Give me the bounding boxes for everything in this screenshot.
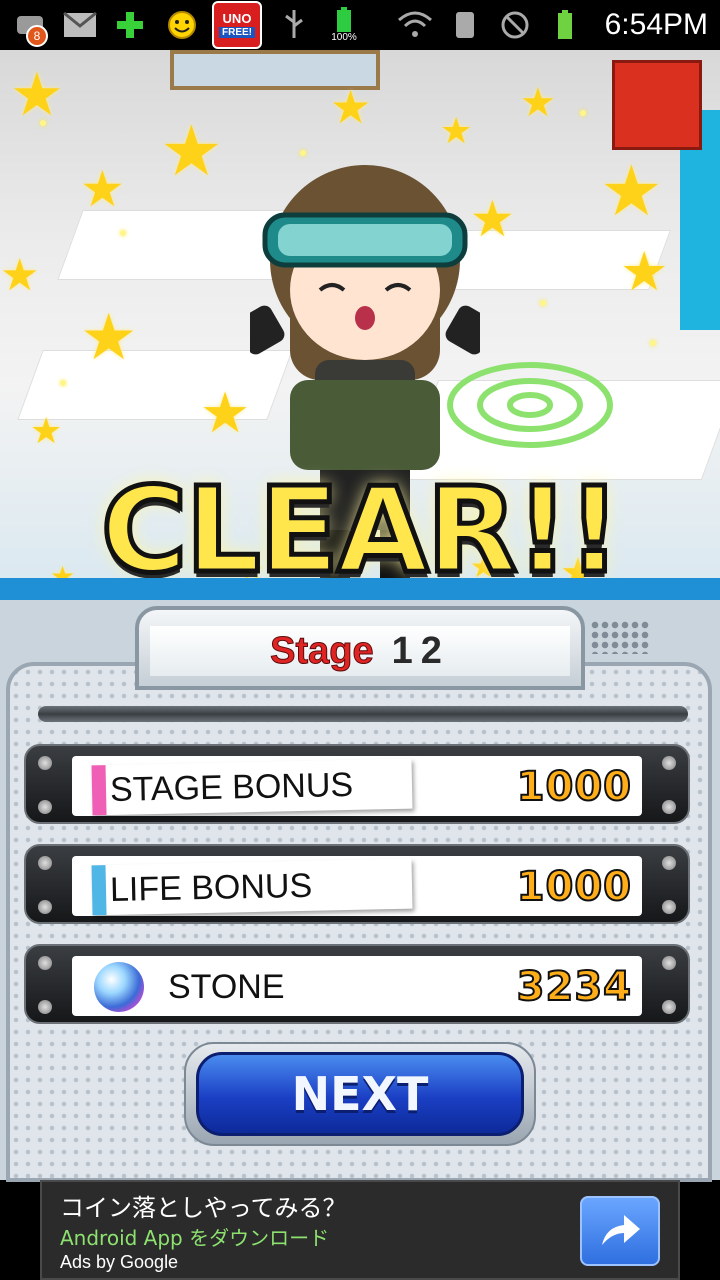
plus-icon: [112, 7, 148, 43]
app-notification-icon: 8: [12, 7, 48, 47]
stage-bonus-card: STAGE BONUS 1000: [72, 756, 642, 816]
share-arrow-icon: [602, 1215, 640, 1245]
uno-free-icon: UNO FREE!: [212, 1, 262, 49]
battery-full-icon: 100%: [326, 7, 362, 43]
notification-count-badge: 8: [26, 25, 48, 47]
sun-face-icon: [162, 7, 198, 43]
notification-icons: 8 UNO FREE! 100%: [12, 1, 362, 49]
screw-icon: [38, 756, 52, 770]
sparkle: [540, 300, 546, 306]
usb-icon: [276, 7, 312, 43]
ad-subtitle[interactable]: Android App をダウンロード: [60, 1222, 329, 1251]
confetti-star: ★: [440, 110, 473, 151]
sparkle: [120, 230, 126, 236]
stone-value: 3234: [516, 963, 632, 1011]
sparkle: [580, 110, 586, 116]
battery-percent: 100%: [331, 32, 357, 43]
confetti-star: ★: [470, 191, 515, 247]
confetti-star: ★: [0, 251, 40, 300]
confetti-star: ★: [620, 242, 669, 302]
confetti-star: ★: [80, 301, 138, 373]
stone-card: STONE 3234: [72, 956, 642, 1016]
screw-icon: [662, 956, 676, 970]
confetti-star: ★: [330, 81, 372, 133]
screw-icon: [662, 800, 676, 814]
ad-brand: Ads by Google: [60, 1252, 179, 1272]
uno-free-label: FREE!: [219, 26, 255, 38]
screw-icon: [662, 756, 676, 770]
life-bonus-row: LIFE BONUS 1000: [24, 844, 690, 924]
stage-word: Stage: [270, 629, 374, 672]
sparkle: [650, 340, 656, 346]
result-panel: Stage 12 STAGE BONUS 1000 LIFE BONUS 100…: [0, 600, 720, 1182]
screw-icon: [662, 1000, 676, 1014]
life-bonus-tag: LIFE BONUS: [91, 858, 413, 916]
sparkle: [300, 150, 306, 156]
sim-card-icon: [447, 7, 483, 43]
ad-title[interactable]: コイン落としやってみる？: [60, 1188, 347, 1223]
screw-icon: [38, 856, 52, 870]
sparkle: [40, 120, 46, 126]
stage-title: Stage 12: [150, 626, 570, 676]
stone-row: STONE 3234: [24, 944, 690, 1024]
life-bonus-card: LIFE BONUS 1000: [72, 856, 642, 916]
screw-icon: [38, 900, 52, 914]
game-scene: ★ ★ ★ ★ ★ ★ ★ ★ ★ ★ ★ ★ ★ ★ ★ ★ ★ CLEAR!…: [0, 50, 720, 610]
stage-number: 12: [391, 629, 450, 672]
panel-grate: [590, 620, 650, 654]
battery-icon: [547, 7, 583, 43]
screw-icon: [662, 900, 676, 914]
blue-stripe: [91, 865, 107, 916]
stone-label: STONE: [168, 967, 285, 1006]
confetti-star: ★: [520, 81, 556, 125]
confetti-star: ★: [200, 381, 251, 444]
ad-banner[interactable]: コイン落としやってみる？ Android App をダウンロード Ads by …: [40, 1180, 680, 1280]
screw-icon: [662, 856, 676, 870]
panel-rail: [38, 706, 688, 722]
life-bonus-label: LIFE BONUS: [109, 866, 313, 909]
stage-bonus-row: STAGE BONUS 1000: [24, 744, 690, 824]
stone-gem-icon: [94, 962, 144, 1012]
wifi-icon: [397, 7, 433, 43]
ad-open-button[interactable]: [580, 1196, 660, 1266]
confetti-star: ★: [10, 61, 64, 128]
red-crate: [612, 60, 702, 150]
no-signal-icon: [497, 7, 533, 43]
status-bar: 8 UNO FREE! 100% 6:54PM: [0, 0, 720, 50]
sparkle: [60, 380, 66, 386]
gmail-icon: [62, 7, 98, 43]
uno-label: UNO: [222, 11, 252, 27]
screw-icon: [38, 1000, 52, 1014]
screw-icon: [38, 956, 52, 970]
pink-stripe: [91, 765, 107, 816]
confetti-star: ★: [600, 152, 663, 230]
clock: 6:54PM: [604, 8, 708, 41]
screw-icon: [38, 800, 52, 814]
stage-bonus-tag: STAGE BONUS: [91, 758, 413, 816]
confetti-star: ★: [80, 161, 125, 217]
stage-bonus-value: 1000: [516, 763, 632, 811]
stage-bonus-label: STAGE BONUS: [109, 765, 354, 809]
system-icons: 6:54PM: [397, 7, 708, 43]
confetti-star: ★: [160, 112, 223, 190]
confetti-star: ★: [30, 410, 63, 451]
life-bonus-value: 1000: [516, 863, 632, 911]
next-button[interactable]: NEXT: [196, 1052, 524, 1136]
